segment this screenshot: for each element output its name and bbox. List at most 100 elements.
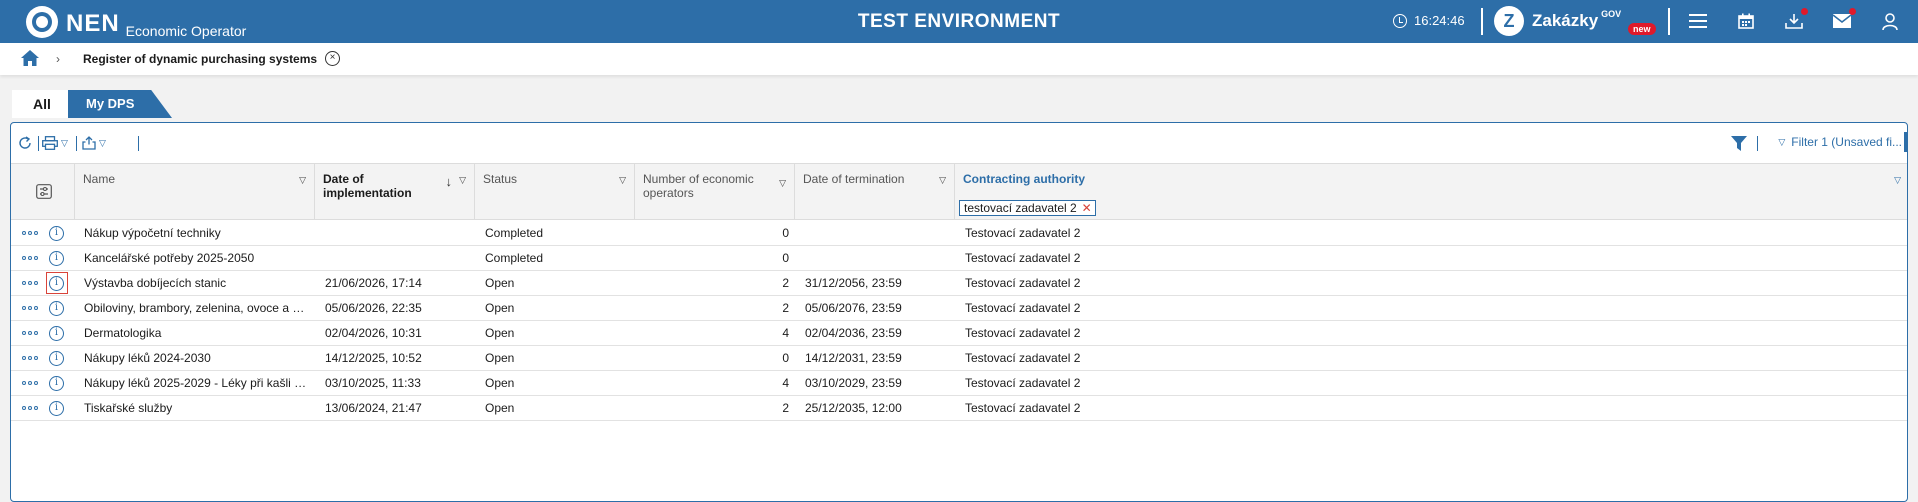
column-filter-icon[interactable]: ▽ xyxy=(939,175,946,186)
row-actions-icon[interactable] xyxy=(22,256,38,260)
row-actions-icon[interactable] xyxy=(22,331,38,335)
chevron-down-icon: ▽ xyxy=(1778,136,1786,147)
column-filter-icon[interactable]: ▽ xyxy=(459,175,466,186)
nen-logo-icon xyxy=(26,6,58,38)
mail-icon[interactable] xyxy=(1832,8,1856,30)
cell-date: 03/10/2025, 11:33 xyxy=(325,376,421,390)
row-info-icon[interactable]: i xyxy=(49,326,64,341)
row-actions-icon[interactable] xyxy=(22,231,38,235)
toolbar-divider xyxy=(76,136,77,151)
breadcrumb: › Register of dynamic purchasing systems… xyxy=(0,43,1918,75)
column-header-operators[interactable]: Number of economic operators ▽ xyxy=(635,164,795,220)
cell-status: Open xyxy=(485,401,515,415)
focus-highlight xyxy=(46,272,68,294)
cell-name: Dermatologika xyxy=(84,326,162,340)
download-icon[interactable] xyxy=(1784,8,1808,30)
cell-name: Nákupy léků 2025-2029 - Léky při kašli a… xyxy=(84,376,310,390)
logo-text: NEN xyxy=(66,10,120,37)
cell-termination: 31/12/2056, 23:59 xyxy=(805,276,902,290)
calendar-icon[interactable] xyxy=(1736,12,1756,30)
toolbar-divider xyxy=(138,136,139,151)
saved-filter-dropdown[interactable]: ▽ Filter 1 (Unsaved fi... xyxy=(1778,132,1907,152)
row-info-icon[interactable]: i xyxy=(49,376,64,391)
cell-status: Open xyxy=(485,276,515,290)
home-icon[interactable] xyxy=(20,49,40,67)
row-info-icon[interactable]: i xyxy=(49,251,64,266)
export-icon xyxy=(82,136,96,150)
tab-my-dps-label: My DPS xyxy=(86,96,135,111)
column-filter-icon[interactable]: ▽ xyxy=(299,175,306,186)
tab-all[interactable]: All xyxy=(12,90,86,118)
table-row[interactable]: i Kancelářské potřeby 2025-2050 Completed 0… xyxy=(11,246,1907,271)
row-info-icon[interactable]: i xyxy=(49,401,64,416)
column-header-name[interactable]: Name ▽ xyxy=(75,164,315,220)
row-actions-icon[interactable] xyxy=(22,356,38,360)
column-filter-icon[interactable]: ▽ xyxy=(619,175,626,186)
cell-date xyxy=(325,221,470,245)
cell-name: Výstavba dobíjecích stanic xyxy=(84,276,227,290)
tab-my-dps[interactable]: My DPS xyxy=(68,90,172,118)
cell-status: Completed xyxy=(485,251,544,265)
refresh-button[interactable] xyxy=(18,135,32,151)
row-info-icon[interactable]: i xyxy=(49,351,64,366)
column-header-termination[interactable]: Date of termination ▽ xyxy=(795,164,955,220)
authority-filter-chip[interactable]: testovací zadavatel 2 ✕ xyxy=(959,200,1096,216)
cell-authority: Testovací zadavatel 2 xyxy=(965,326,1081,340)
filter-label: Filter 1 (Unsaved fi... xyxy=(1791,135,1902,149)
column-authority-label: Contracting authority xyxy=(963,172,1085,186)
cell-date: 14/12/2025, 10:52 xyxy=(325,351,422,365)
column-settings-cell xyxy=(11,164,75,220)
sort-down-icon[interactable]: ↓ xyxy=(446,174,453,189)
cell-authority: Testovací zadavatel 2 xyxy=(965,401,1081,415)
session-clock: 16:24:46 xyxy=(1393,13,1465,28)
column-header-status[interactable]: Status ▽ xyxy=(475,164,635,220)
export-button[interactable]: ▽ xyxy=(82,135,106,151)
column-filter-icon[interactable]: ▽ xyxy=(779,178,786,189)
row-actions-icon[interactable] xyxy=(22,306,38,310)
table-row[interactable]: i Obiloviny, brambory, zelenina, ovoce a … xyxy=(11,296,1907,321)
menu-icon[interactable] xyxy=(1688,12,1708,30)
column-header-date-implementation[interactable]: Date of implementation ↓ ▽ xyxy=(315,164,475,220)
column-settings-icon[interactable] xyxy=(36,184,52,199)
table-row[interactable]: i Nákupy léků 2025-2029 - Léky při kašli … xyxy=(11,371,1907,396)
logo-subtitle: Economic Operator xyxy=(125,23,247,39)
cell-name: Nákupy léků 2024-2030 xyxy=(84,351,211,365)
print-button[interactable]: ▽ xyxy=(42,135,68,151)
zakazky-gov-link[interactable]: Z Zakázky GOV new xyxy=(1494,6,1656,36)
table-row[interactable]: i Nákupy léků 2024-2030 14/12/2025, 10:52 O… xyxy=(11,346,1907,371)
clock-time: 16:24:46 xyxy=(1414,13,1465,28)
table-row[interactable]: i Výstavba dobíjecích stanic 21/06/2026, 1… xyxy=(11,271,1907,296)
toolbar-divider xyxy=(38,136,39,151)
toolbar-divider xyxy=(1757,136,1758,151)
column-filter-icon[interactable]: ▽ xyxy=(1894,175,1901,186)
clock-icon xyxy=(1393,13,1407,28)
cell-termination: 14/12/2031, 23:59 xyxy=(805,351,902,365)
row-actions-icon[interactable] xyxy=(22,406,38,410)
top-bar: NEN Economic Operator TEST ENVIRONMENT 1… xyxy=(0,0,1918,43)
user-icon[interactable] xyxy=(1880,12,1900,30)
table-row[interactable]: i Tiskařské služby 13/06/2024, 21:47 Open 2 2… xyxy=(11,396,1907,421)
table-row[interactable]: i Nákup výpočetní techniky Completed 0 Testo… xyxy=(11,221,1907,246)
cell-date xyxy=(325,246,470,270)
cell-count: 0 xyxy=(782,226,789,240)
table-row[interactable]: i Dermatologika 02/04/2026, 10:31 Open 4 02/0… xyxy=(11,321,1907,346)
notification-dot xyxy=(1801,8,1808,15)
zakazky-logo-icon: Z xyxy=(1494,6,1524,36)
row-info-icon[interactable]: i xyxy=(49,301,64,316)
close-tab-icon[interactable]: × xyxy=(325,51,340,66)
column-date-label: Date of implementation xyxy=(323,172,412,200)
printer-icon xyxy=(42,136,58,150)
row-actions-icon[interactable] xyxy=(22,381,38,385)
nen-logo[interactable]: NEN Economic Operator xyxy=(26,6,247,39)
remove-filter-icon[interactable]: ✕ xyxy=(1082,201,1092,215)
filter-toggle-button[interactable] xyxy=(1731,135,1747,151)
row-actions-icon[interactable] xyxy=(22,281,38,285)
cell-date: 05/06/2026, 22:35 xyxy=(325,301,422,315)
row-info-icon[interactable]: i xyxy=(49,226,64,241)
dps-register-panel: ▽ ▽ ▽ Filter 1 (Unsaved fi... Name ▽ Dat… xyxy=(10,122,1908,502)
cell-name: Kancelářské potřeby 2025-2050 xyxy=(84,251,255,265)
header-divider xyxy=(1668,8,1670,35)
cell-count: 2 xyxy=(782,276,789,290)
column-header-authority[interactable]: Contracting authority ▽ testovací zadava… xyxy=(955,164,1907,220)
cell-status: Completed xyxy=(485,226,544,240)
